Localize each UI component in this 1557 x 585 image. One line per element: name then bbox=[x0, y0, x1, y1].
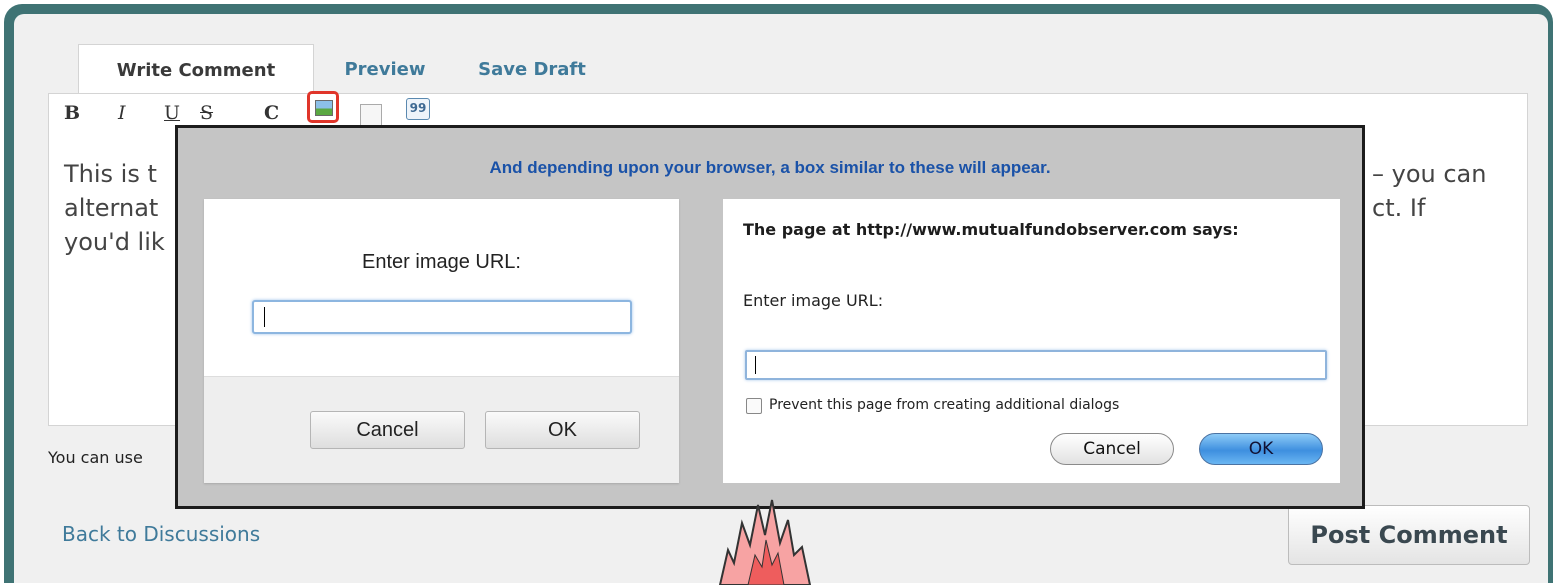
post-comment-button[interactable]: Post Comment bbox=[1288, 505, 1530, 565]
image-button[interactable] bbox=[307, 91, 339, 123]
dialog-a-ok-button[interactable]: OK bbox=[485, 411, 640, 449]
code-button[interactable]: C bbox=[264, 102, 279, 124]
quote-icon[interactable]: 99 bbox=[406, 98, 430, 120]
editor-line-1-start: This is t bbox=[64, 160, 157, 188]
dialog-callout: And depending upon your browser, a box s… bbox=[175, 125, 1365, 509]
strikethrough-button[interactable]: S bbox=[200, 102, 213, 124]
dialog-a-cancel-button[interactable]: Cancel bbox=[310, 411, 465, 449]
image-icon bbox=[315, 100, 333, 116]
callout-pointer-icon bbox=[718, 499, 812, 585]
dialog-b-url-input[interactable] bbox=[745, 350, 1327, 380]
dialog-b-ok-button[interactable]: OK bbox=[1199, 433, 1323, 465]
underline-button[interactable]: U bbox=[164, 102, 180, 124]
editor-line-2-end: ct. If bbox=[1372, 194, 1426, 222]
dialog-b-cancel-button[interactable]: Cancel bbox=[1050, 433, 1174, 465]
text-caret bbox=[264, 307, 265, 327]
italic-button[interactable]: I bbox=[118, 102, 126, 124]
tab-save-draft[interactable]: Save Draft bbox=[462, 45, 602, 93]
bold-button[interactable]: B bbox=[64, 102, 80, 124]
callout-caption: And depending upon your browser, a box s… bbox=[489, 158, 1051, 177]
editor-line-2-start: alternat bbox=[64, 194, 159, 222]
dialog-a-url-input[interactable] bbox=[252, 300, 632, 334]
tab-preview[interactable]: Preview bbox=[330, 45, 440, 93]
prevent-dialogs-label: Prevent this page from creating addition… bbox=[769, 397, 1120, 413]
prevent-dialogs-checkbox[interactable] bbox=[746, 398, 762, 414]
tab-write-comment[interactable]: Write Comment bbox=[78, 44, 314, 95]
editor-line-1-end: – you can bbox=[1372, 160, 1487, 188]
prompt-dialog-style-b: The page at http://www.mutualfundobserve… bbox=[723, 199, 1340, 483]
dialog-b-header: The page at http://www.mutualfundobserve… bbox=[743, 220, 1239, 239]
text-caret bbox=[755, 356, 756, 374]
prompt-dialog-style-a: Enter image URL: Cancel OK bbox=[204, 199, 679, 483]
back-to-discussions-link[interactable]: Back to Discussions bbox=[62, 522, 260, 546]
dialog-a-prompt: Enter image URL: bbox=[362, 251, 521, 273]
dialog-b-prompt: Enter image URL: bbox=[743, 291, 884, 310]
formatting-hint: You can use bbox=[48, 448, 143, 467]
editor-line-3-start: you'd lik bbox=[64, 228, 165, 256]
